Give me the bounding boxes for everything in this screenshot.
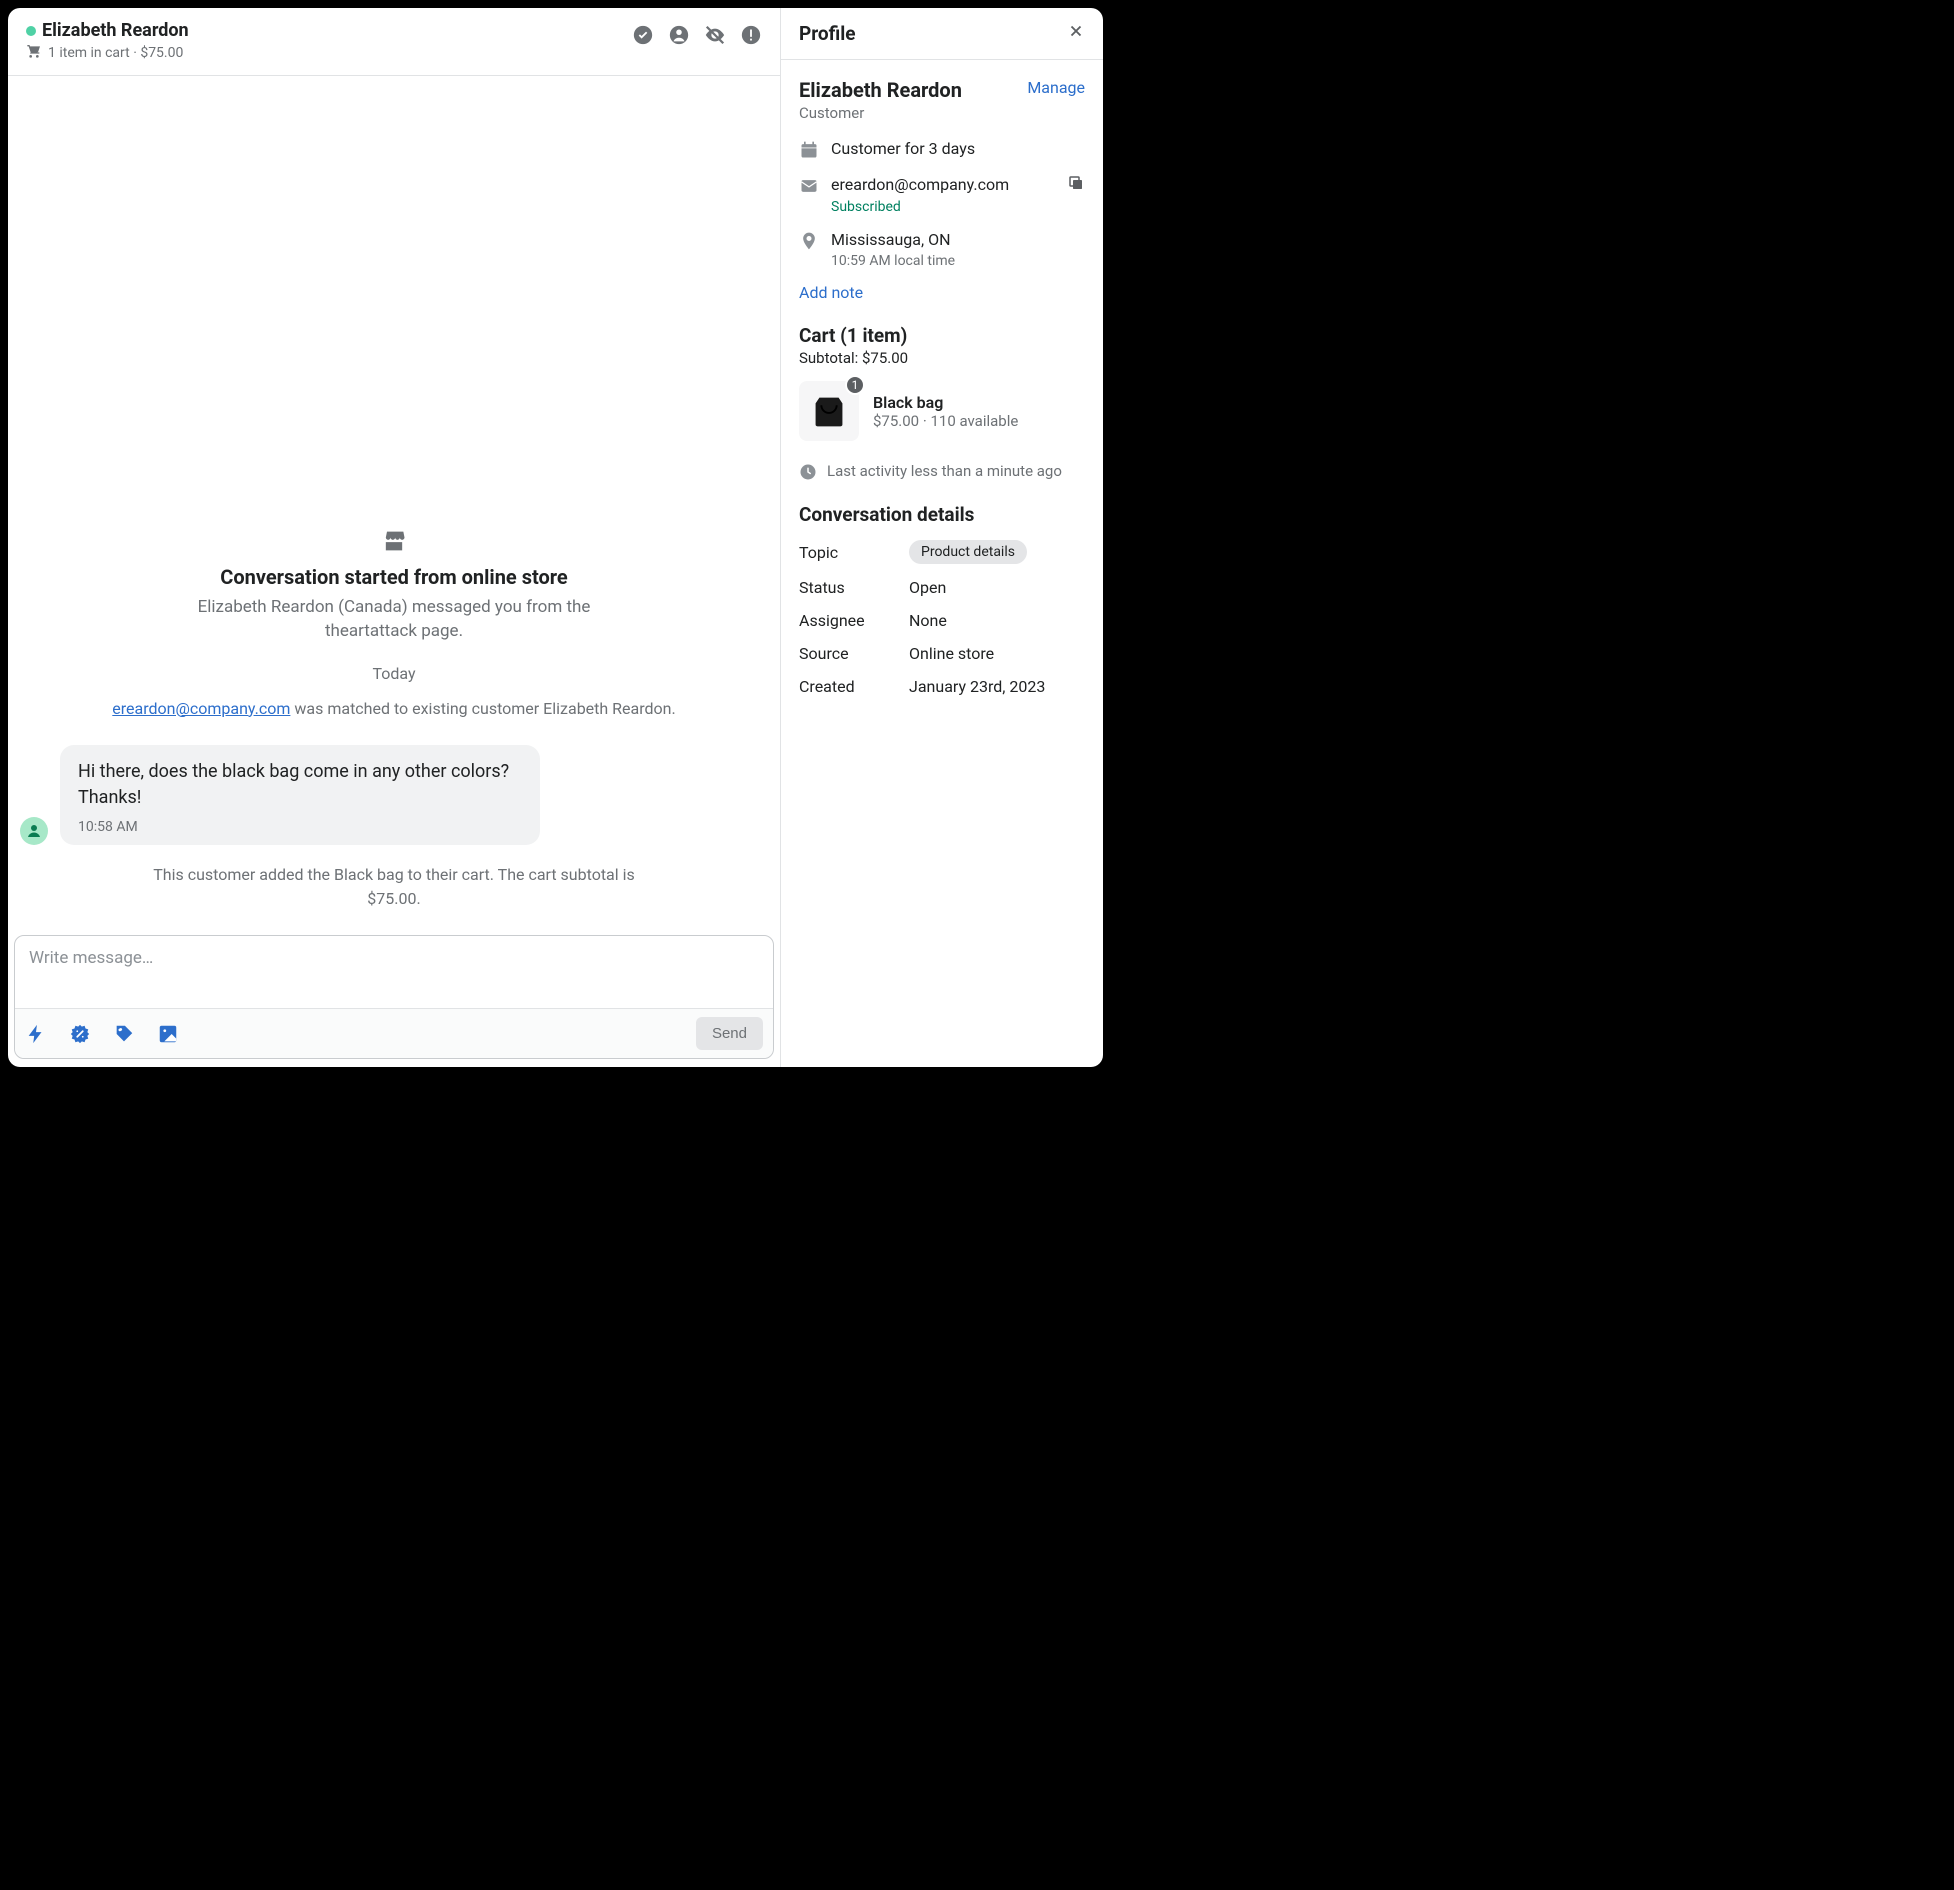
qty-badge: 1 — [845, 375, 865, 395]
customer-name: Elizabeth Reardon — [42, 20, 189, 41]
image-icon[interactable] — [157, 1023, 179, 1045]
conversation-area: Conversation started from online store E… — [8, 76, 780, 931]
quick-reply-icon[interactable] — [25, 1023, 47, 1045]
matched-email-link[interactable]: ereardon@company.com — [112, 699, 290, 718]
product-thumbnail: 1 — [799, 381, 859, 441]
conversation-subtitle: Elizabeth Reardon (Canada) messaged you … — [174, 595, 614, 644]
alert-icon[interactable] — [740, 24, 762, 46]
add-note-link[interactable]: Add note — [799, 283, 1085, 302]
hide-icon[interactable] — [704, 24, 726, 46]
detail-row-assignee: Assignee None — [799, 611, 1085, 630]
online-status-dot — [26, 26, 36, 36]
customer-matched-line: ereardon@company.com was matched to exis… — [20, 697, 768, 721]
customer-tenure: Customer for 3 days — [831, 138, 975, 160]
cart-title: Cart (1 item) — [799, 324, 1085, 347]
product-name: Black bag — [873, 393, 1018, 412]
day-separator: Today — [20, 664, 768, 683]
detail-row-topic: Topic Product details — [799, 540, 1085, 564]
email-icon — [799, 176, 819, 196]
detail-row-source: Source Online store — [799, 644, 1085, 663]
mark-done-icon[interactable] — [632, 24, 654, 46]
incoming-message: Hi there, does the black bag come in any… — [60, 745, 540, 845]
cart-activity-line: This customer added the Black bag to the… — [134, 863, 654, 911]
discount-icon[interactable] — [69, 1023, 91, 1045]
send-button[interactable]: Send — [696, 1017, 763, 1050]
message-time: 10:58 AM — [78, 819, 522, 835]
copy-email-icon[interactable] — [1067, 174, 1085, 192]
profile-email: ereardon@company.com — [831, 174, 1009, 196]
close-icon[interactable] — [1067, 22, 1085, 45]
conversation-header: Elizabeth Reardon 1 item in cart · $75.0… — [8, 8, 780, 76]
store-icon — [380, 527, 408, 555]
topic-pill[interactable]: Product details — [909, 540, 1027, 564]
message-text: Hi there, does the black bag come in any… — [78, 759, 522, 811]
conversation-title: Conversation started from online store — [20, 565, 768, 589]
calendar-icon — [799, 140, 819, 160]
cart-item[interactable]: 1 Black bag $75.00 · 110 available — [799, 381, 1085, 441]
user-icon[interactable] — [668, 24, 690, 46]
manage-link[interactable]: Manage — [1027, 78, 1085, 97]
message-composer: Send — [14, 935, 774, 1059]
clock-icon — [799, 463, 817, 481]
cart-subtotal: Subtotal: $75.00 — [799, 349, 1085, 367]
product-tag-icon[interactable] — [113, 1023, 135, 1045]
profile-name: Elizabeth Reardon — [799, 78, 962, 102]
location-icon — [799, 231, 819, 251]
product-meta: $75.00 · 110 available — [873, 412, 1018, 430]
detail-row-created: Created January 23rd, 2023 — [799, 677, 1085, 696]
detail-row-status: Status Open — [799, 578, 1085, 597]
header-cart-summary: 1 item in cart · $75.00 — [26, 43, 195, 63]
profile-location: Mississauga, ON — [831, 229, 955, 251]
cart-icon — [26, 43, 42, 63]
subscribed-label: Subscribed — [831, 199, 1009, 215]
details-title: Conversation details — [799, 503, 1085, 526]
customer-name-row[interactable]: Elizabeth Reardon — [26, 20, 195, 41]
customer-avatar — [20, 817, 48, 845]
local-time: 10:59 AM local time — [831, 253, 955, 269]
sidebar-title: Profile — [799, 22, 856, 45]
last-activity: Last activity less than a minute ago — [799, 461, 1085, 481]
profile-role: Customer — [799, 104, 1085, 122]
message-input[interactable] — [15, 936, 773, 1008]
